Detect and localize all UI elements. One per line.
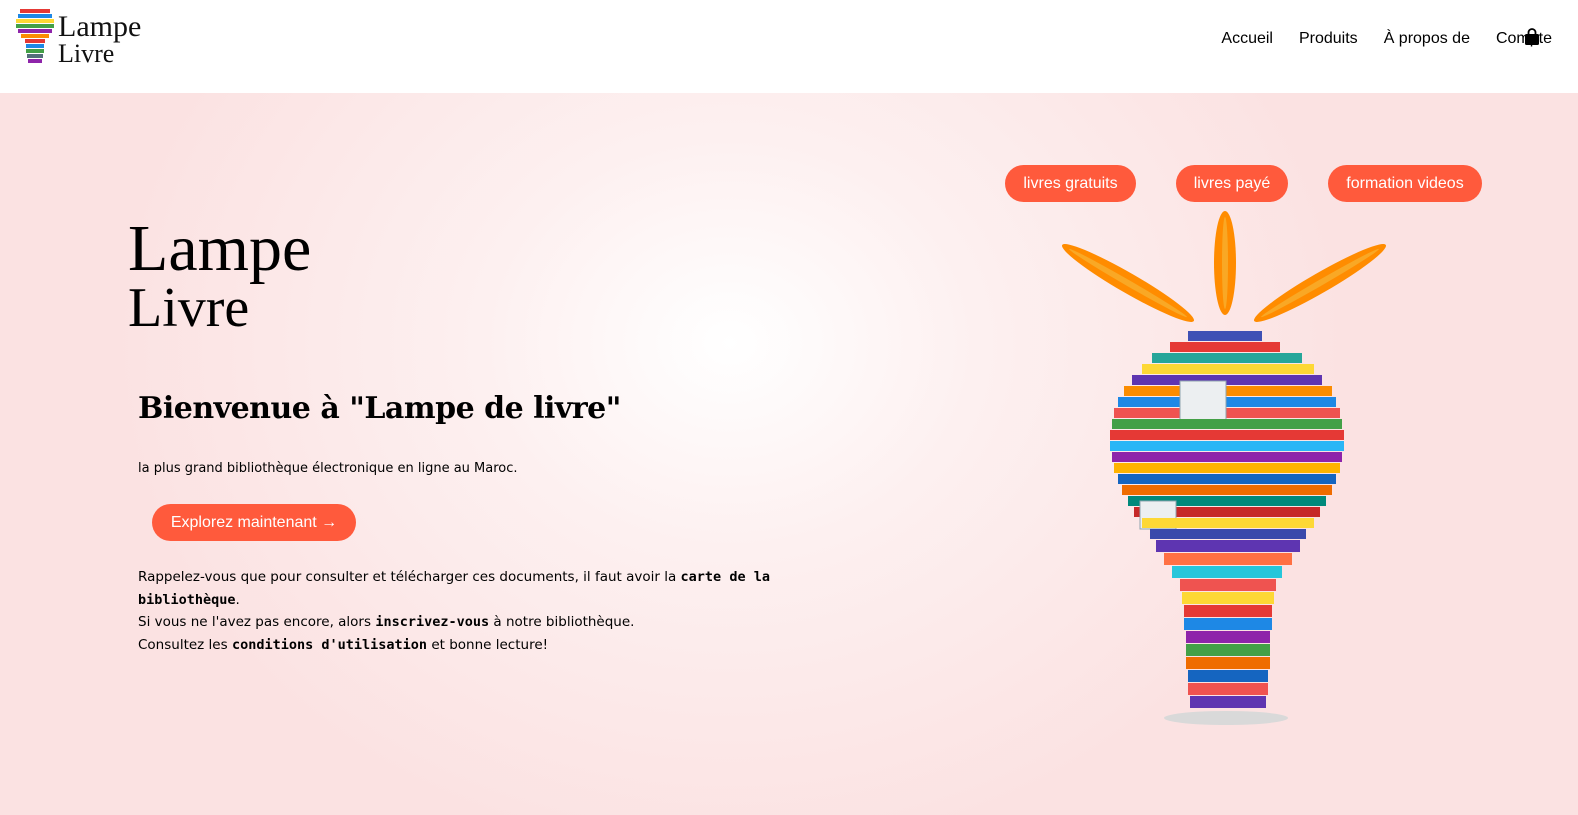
free-books-button[interactable]: livres gratuits [1005,165,1136,202]
video-training-button[interactable]: formation videos [1328,165,1482,202]
info-line-1: Rappelez-vous que pour consulter et télé… [138,569,770,608]
light-rays-icon [1061,211,1387,322]
library-info: Rappelez-vous que pour consulter et télé… [138,566,778,656]
book-stack-icon [1110,331,1344,725]
nav-about[interactable]: À propos de [1384,30,1470,48]
info-line-2: Si vous ne l'avez pas encore, alors insc… [138,614,635,630]
terms-link[interactable]: conditions d'utilisation [232,637,427,653]
register-link[interactable]: inscrivez-vous [375,614,489,630]
site-header: Lampe Livre Accueil Produits À propos de… [0,0,1578,93]
nav-home[interactable]: Accueil [1221,30,1273,48]
hero-logo: Lampe Livre [128,212,311,330]
hero-section: Lampe Livre Bienvenue à "Lampe de livre"… [0,93,1578,815]
paid-books-button[interactable]: livres payé [1176,165,1288,202]
info-line-3: Consultez les conditions d'utilisation e… [138,636,549,653]
nav-products[interactable]: Produits [1299,30,1358,48]
hero-tagline: la plus grand bibliothèque électronique … [138,461,518,476]
hero-logo-bottom: Livre [128,277,249,330]
book-bulb-illustration [1061,211,1387,725]
logo-text-bottom: Livre [58,39,114,68]
bulb-logo-icon [16,9,54,63]
welcome-title: Bienvenue à "Lampe de livre" [138,391,621,426]
explore-now-button[interactable]: Explorez maintenant → [152,504,356,541]
shopping-bag-icon[interactable] [1523,28,1541,46]
site-logo[interactable]: Lampe Livre [14,6,164,68]
hero-logo-top: Lampe [128,212,311,285]
